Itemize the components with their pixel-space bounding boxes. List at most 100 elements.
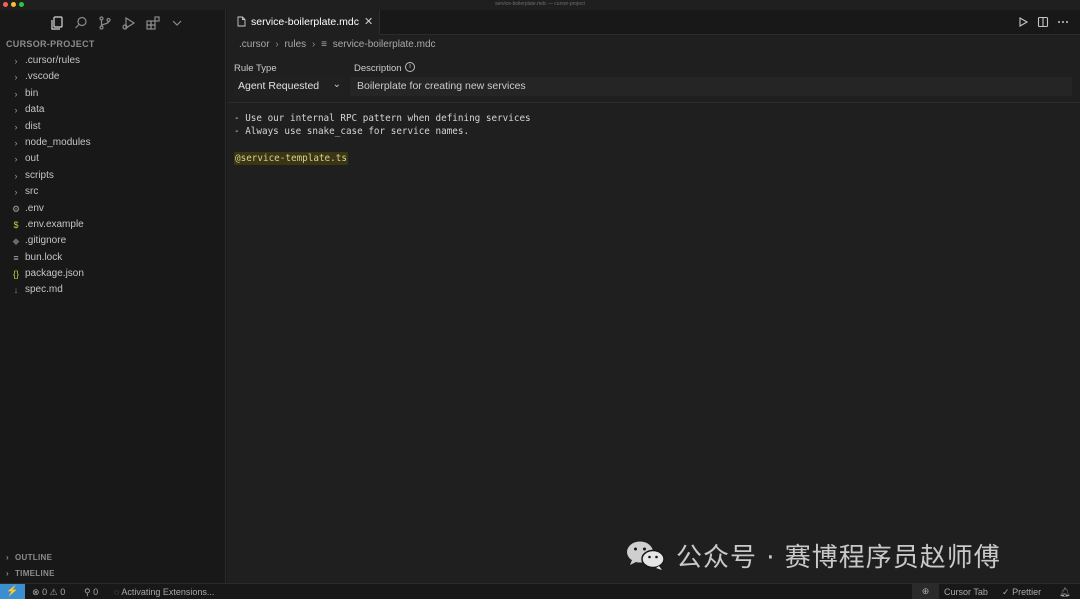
- folder-item[interactable]: › node_modules: [0, 135, 225, 151]
- watermark: 公众号 · 赛博程序员赵师傅: [624, 537, 1001, 573]
- file-type-icon: ≡: [13, 252, 19, 263]
- code-line: - Use our internal RPC pattern when defi…: [234, 113, 531, 124]
- run-icon[interactable]: [1017, 16, 1029, 28]
- remote-indicator[interactable]: ⚡: [0, 584, 25, 599]
- watermark-text: 公众号 · 赛博程序员赵师傅: [676, 542, 1001, 573]
- rule-type-label: Rule Type: [234, 63, 277, 74]
- editor: .cursor › rules › ≡ service-boilerplate.…: [227, 35, 1080, 583]
- file-item[interactable]: ≡ bun.lock: [0, 250, 225, 266]
- sidebar: CURSOR-PROJECT › .cursor/rules › .vscode › bi…: [0, 10, 226, 583]
- chevron-right-icon: ›: [14, 170, 18, 181]
- zoom-icon[interactable]: ⊕: [912, 584, 939, 599]
- tree-item-label: .cursor/rules: [25, 55, 81, 66]
- chevron-right-icon: ›: [14, 105, 18, 116]
- description-label: Description: [354, 63, 402, 74]
- tab-label: service-boilerplate.mdc: [251, 16, 359, 28]
- explorer-title: CURSOR-PROJECT: [6, 39, 95, 49]
- folder-item[interactable]: › out: [0, 151, 225, 167]
- folder-item[interactable]: › scripts: [0, 168, 225, 184]
- problems-indicator[interactable]: ⊗ 0 ⚠ 0: [32, 586, 65, 598]
- tree-item-label: .env: [25, 202, 44, 214]
- chevron-right-icon: ›: [311, 39, 316, 50]
- file-type-icon: ⚙: [11, 203, 21, 214]
- folder-item[interactable]: › src: [0, 184, 225, 200]
- chevron-right-icon: ›: [6, 553, 9, 562]
- outline-section[interactable]: › OUTLINE: [0, 550, 225, 566]
- file-type-icon: ◆: [12, 236, 20, 247]
- tree-item-label: node_modules: [25, 136, 91, 148]
- chevron-right-icon: ›: [14, 72, 18, 83]
- status-bar: ⚡ ⊗ 0 ⚠ 0 ⚲ 0 ◌ Activating Extensions...…: [0, 583, 1080, 599]
- activity-label: Activating Extensions...: [121, 587, 215, 597]
- tree-item-label: out: [25, 153, 39, 165]
- folder-item[interactable]: › dist: [0, 119, 225, 135]
- run-debug-icon[interactable]: [121, 15, 137, 31]
- code-line: @service-template.ts: [234, 151, 531, 165]
- tab-service-boilerplate[interactable]: service-boilerplate.mdc ✕: [227, 10, 380, 35]
- file-item[interactable]: ⚙ .env: [0, 201, 225, 217]
- tree-item-label: dist: [25, 120, 41, 132]
- split-editor-icon[interactable]: [1037, 16, 1049, 28]
- chevron-right-icon: ›: [14, 154, 18, 165]
- folder-item[interactable]: › .cursor/rules: [0, 53, 225, 69]
- file-mention[interactable]: @service-template.ts: [234, 151, 348, 165]
- prettier-status[interactable]: ✓ Prettier: [1002, 586, 1041, 598]
- code-content[interactable]: - Use our internal RPC pattern when defi…: [234, 112, 531, 165]
- file-item[interactable]: $ .env.example: [0, 217, 225, 233]
- breadcrumb: .cursor › rules › ≡ service-boilerplate.…: [239, 39, 439, 50]
- info-icon[interactable]: i: [405, 62, 415, 72]
- ports-count: 0: [93, 587, 99, 597]
- ports-indicator[interactable]: ⚲ 0: [84, 586, 98, 598]
- tree-item-label: package.json: [25, 268, 84, 280]
- file-item[interactable]: {} package.json: [0, 266, 225, 282]
- file-icon: [237, 16, 246, 27]
- files-icon[interactable]: [49, 15, 65, 31]
- tab-bar: service-boilerplate.mdc ✕: [227, 10, 1080, 35]
- error-icon: ⊗: [32, 587, 40, 597]
- breadcrumb-item[interactable]: rules: [284, 39, 306, 50]
- divider: [227, 102, 1080, 103]
- search-icon[interactable]: [73, 15, 89, 31]
- antenna-icon: ⚲: [84, 587, 91, 597]
- warning-count: 0: [60, 587, 66, 597]
- notifications-icon[interactable]: 🔔︎: [1059, 586, 1070, 598]
- rule-type-select[interactable]: Agent Requested ⌄: [234, 77, 345, 96]
- chevron-down-icon[interactable]: [169, 15, 185, 31]
- description-value: Boilerplate for creating new services: [357, 80, 526, 92]
- tree-item-label: bin: [25, 87, 39, 99]
- more-actions-icon[interactable]: [1057, 16, 1069, 28]
- tree-item-label: scripts: [25, 169, 54, 181]
- source-control-icon[interactable]: [97, 15, 113, 31]
- close-icon[interactable]: ✕: [364, 15, 373, 28]
- file-item[interactable]: ↓ spec.md: [0, 282, 225, 298]
- remote-icon: ⚡: [6, 586, 19, 597]
- folder-item[interactable]: › bin: [0, 86, 225, 102]
- cursor-tab-status[interactable]: Cursor Tab: [944, 586, 988, 598]
- rule-type-value: Agent Requested: [238, 80, 320, 92]
- timeline-section[interactable]: › TIMELINE: [0, 566, 225, 582]
- folder-item[interactable]: › .vscode: [0, 69, 225, 85]
- tree-item-label: .env.example: [25, 218, 84, 230]
- activity-bar: [0, 10, 226, 35]
- extensions-icon[interactable]: [145, 15, 161, 31]
- breadcrumb-item[interactable]: service-boilerplate.mdc: [333, 39, 436, 50]
- description-input[interactable]: Boilerplate for creating new services: [350, 77, 1072, 96]
- chevron-right-icon: ›: [14, 187, 18, 198]
- file-item[interactable]: ◆ .gitignore: [0, 233, 225, 249]
- chevron-right-icon: ›: [14, 56, 18, 66]
- chevron-right-icon: ›: [14, 121, 18, 132]
- title-bar: service-boilerplate.mdc — cursor-project: [0, 0, 1080, 10]
- chevron-right-icon: ›: [14, 88, 18, 99]
- outline-label: OUTLINE: [15, 553, 53, 562]
- chevron-right-icon: ›: [6, 569, 9, 578]
- breadcrumb-item[interactable]: .cursor: [239, 39, 270, 50]
- menu-icon: ≡: [321, 39, 327, 50]
- chevron-right-icon: ›: [14, 137, 18, 148]
- chevron-down-icon: ⌄: [332, 79, 341, 90]
- folder-item[interactable]: › data: [0, 102, 225, 118]
- activity-status: ◌ Activating Extensions...: [114, 586, 214, 598]
- file-type-icon: $: [13, 219, 19, 230]
- spinner-icon: ◌: [114, 587, 120, 597]
- timeline-label: TIMELINE: [15, 569, 55, 578]
